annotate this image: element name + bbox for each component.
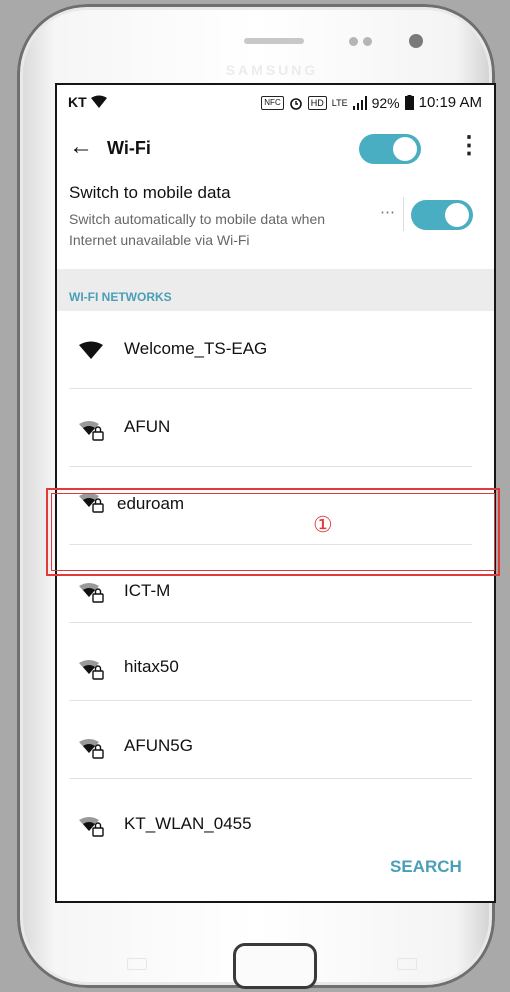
network-name: ICT-M [124, 581, 171, 600]
annotation-marker: ① [313, 512, 333, 537]
network-name: KT_WLAN_0455 [124, 814, 252, 833]
sensor-dot [363, 37, 372, 46]
wifi-locked-icon [79, 660, 104, 680]
divider [403, 197, 404, 231]
wifi-locked-icon [79, 817, 104, 837]
wifi-locked-icon [79, 421, 104, 441]
battery-percent: 92% [371, 94, 400, 111]
sensor-dot [349, 37, 358, 46]
network-item[interactable]: AFUN5G [57, 701, 494, 779]
alarm-icon [289, 97, 302, 110]
annotation-highlight-box [46, 488, 500, 576]
network-name: hitax50 [124, 657, 179, 676]
network-name: Welcome_TS-EAG [124, 339, 268, 358]
nfc-icon: NFC [261, 95, 284, 110]
annotation-highlight-inner [51, 493, 495, 571]
wifi-locked-icon [79, 583, 104, 603]
status-icons: NFC HD LTE 92% 10:19 AM [261, 94, 482, 111]
section-header-label: WI-FI NETWORKS [69, 290, 172, 304]
network-type-label: LTE [331, 97, 348, 108]
home-button[interactable] [233, 943, 317, 989]
mobile-data-setting[interactable]: Switch to mobile data Switch automatical… [57, 177, 494, 269]
mobile-data-toggle[interactable] [411, 200, 473, 230]
hd-icon: HD [307, 95, 327, 110]
carrier-name: KT [68, 94, 87, 110]
page-title: Wi-Fi [107, 138, 151, 158]
mobile-data-title: Switch to mobile data [69, 183, 231, 202]
arrow-left-icon[interactable]: ← [69, 133, 93, 161]
wifi-locked-icon [79, 739, 104, 759]
section-header: WI-FI NETWORKS [57, 269, 494, 311]
network-item[interactable]: Welcome_TS-EAG [57, 311, 494, 389]
search-button[interactable]: SEARCH [390, 857, 462, 877]
clock: 10:19 AM [418, 94, 482, 111]
earpiece-speaker [244, 38, 304, 44]
network-name: AFUN5G [124, 736, 193, 755]
status-bar: KT NFC HD LTE 92% 10:19 AM [57, 85, 494, 121]
wifi-toggle[interactable] [359, 134, 421, 164]
front-camera [409, 34, 423, 48]
recent-apps-key[interactable] [127, 958, 147, 970]
brand-logo: SAMSUNG [225, 62, 319, 78]
battery-icon [404, 95, 414, 110]
mobile-data-subtitle: Switch automatically to mobile data when… [69, 211, 326, 248]
mobile-data-options-icon[interactable]: ⋯ [380, 203, 395, 221]
network-item[interactable]: KT_WLAN_0455 [57, 779, 494, 857]
network-name: AFUN [124, 417, 171, 436]
back-key[interactable] [397, 958, 417, 970]
more-vert-icon[interactable]: ⋮ [457, 131, 481, 160]
wifi-full-icon [79, 341, 103, 359]
signal-strength-icon [352, 95, 367, 110]
network-item[interactable]: hitax50 [57, 623, 494, 701]
network-item[interactable]: AFUN [57, 389, 494, 467]
app-bar: ← Wi-Fi ⋮ [57, 121, 494, 177]
carrier-label: KT [68, 94, 107, 110]
wifi-status-icon [90, 95, 107, 108]
